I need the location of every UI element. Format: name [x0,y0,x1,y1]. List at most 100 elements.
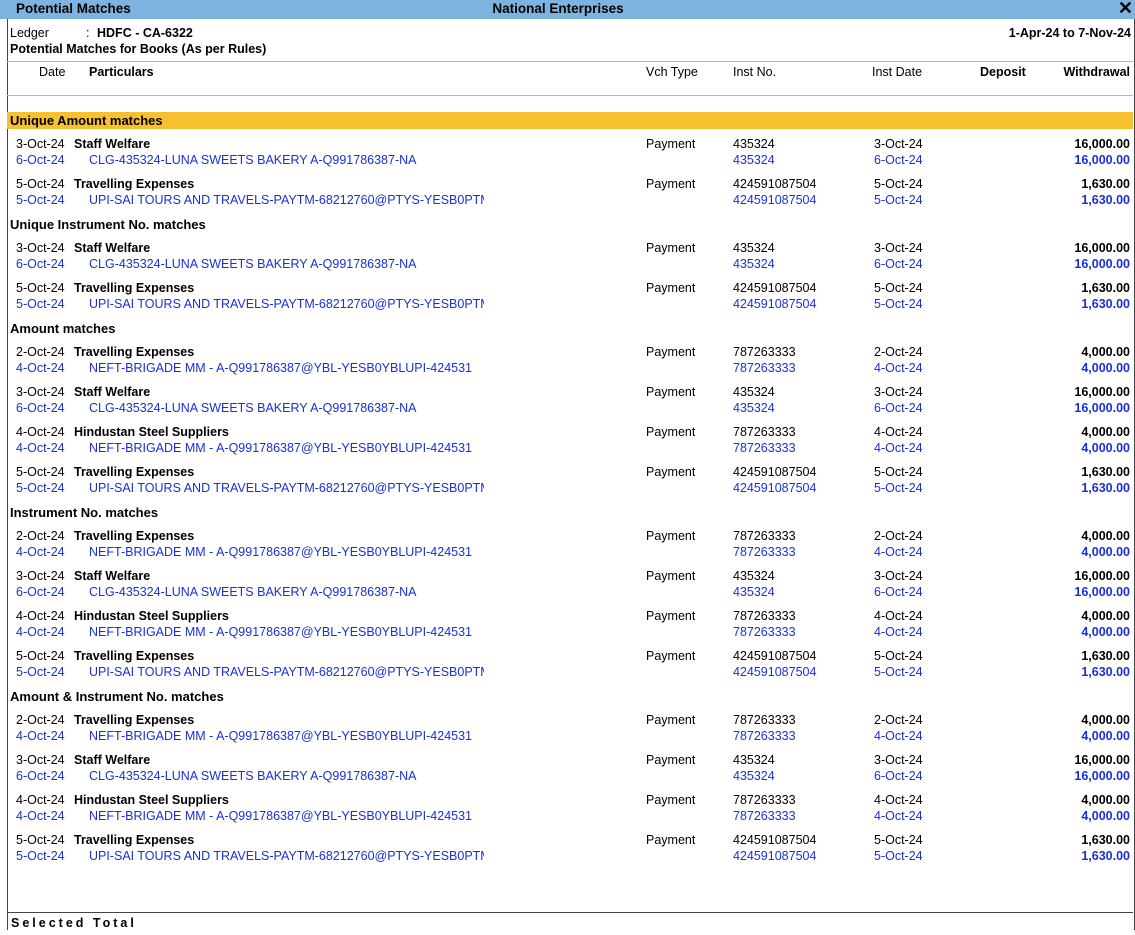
book-inst-date: 3-Oct-24 [874,753,923,767]
vch-type: Payment [646,241,696,255]
vch-type: Payment [646,177,696,191]
bank-inst-date: 4-Oct-24 [874,809,923,823]
bank-inst-date: 4-Oct-24 [874,625,923,639]
header-divider [7,61,1133,62]
bank-inst-date: 5-Oct-24 [874,849,923,863]
bank-inst-no: 424591087504 [733,665,817,679]
book-withdrawal: 4,000.00 [1081,713,1130,727]
book-ledger: Travelling Expenses [74,713,195,727]
vch-type: Payment [646,465,696,479]
vch-type: Payment [646,713,696,727]
book-date: 3-Oct-24 [16,241,65,255]
selected-total-bar: Selected Total [7,912,1133,931]
book-ledger: Hindustan Steel Suppliers [74,793,229,807]
bank-withdrawal: 1,630.00 [1081,297,1130,311]
book-ledger: Staff Welfare [74,137,151,151]
bank-narration: UPI-SAI TOURS AND TRAVELS-PAYTM-68212760… [89,665,484,679]
bank-inst-date: 6-Oct-24 [874,401,923,415]
bank-inst-date: 5-Oct-24 [874,665,923,679]
book-ledger: Travelling Expenses [74,465,195,479]
bank-date: 6-Oct-24 [16,585,65,599]
book-inst-date: 4-Oct-24 [874,793,923,807]
book-inst-no: 435324 [733,137,775,151]
book-inst-date: 2-Oct-24 [874,529,923,543]
book-date: 4-Oct-24 [16,793,65,807]
book-ledger: Staff Welfare [74,753,151,767]
bank-inst-no: 435324 [733,401,775,415]
book-date: 5-Oct-24 [16,177,65,191]
bank-date: 5-Oct-24 [16,481,65,495]
bank-inst-no: 435324 [733,153,775,167]
section-header: Instrument No. matches [7,504,1133,521]
bank-withdrawal: 1,630.00 [1081,849,1130,863]
bank-narration: NEFT-BRIGADE MM - A-Q991786387@YBL-YESB0… [89,729,472,743]
col-inst-date: Inst Date [872,65,923,79]
book-date: 3-Oct-24 [16,137,65,151]
book-inst-date: 2-Oct-24 [874,713,923,727]
bank-narration: UPI-SAI TOURS AND TRAVELS-PAYTM-68212760… [89,849,484,863]
book-withdrawal: 4,000.00 [1081,345,1130,359]
book-ledger: Hindustan Steel Suppliers [74,609,229,623]
book-inst-date: 3-Oct-24 [874,569,923,583]
book-withdrawal: 16,000.00 [1074,753,1130,767]
bank-narration: UPI-SAI TOURS AND TRAVELS-PAYTM-68212760… [89,297,484,311]
section-header: Amount & Instrument No. matches [7,688,1133,705]
bank-narration: CLG-435324-LUNA SWEETS BAKERY A-Q9917863… [89,585,417,599]
section-header: Unique Amount matches [7,112,1133,129]
ledger-name[interactable]: HDFC - CA-6322 [97,26,193,40]
book-inst-no: 435324 [733,753,775,767]
bank-narration: NEFT-BRIGADE MM - A-Q991786387@YBL-YESB0… [89,545,472,559]
company-name: National Enterprises [492,1,624,16]
col-deposit: Deposit [980,65,1026,79]
bank-withdrawal: 4,000.00 [1081,729,1130,743]
bank-inst-no: 787263333 [733,545,796,559]
bank-withdrawal: 16,000.00 [1074,257,1130,271]
bank-inst-no: 424591087504 [733,481,817,495]
bank-inst-no: 435324 [733,585,775,599]
bank-withdrawal: 16,000.00 [1074,153,1130,167]
bank-withdrawal: 4,000.00 [1081,809,1130,823]
bank-narration: CLG-435324-LUNA SWEETS BAKERY A-Q9917863… [89,769,417,783]
book-inst-no: 435324 [733,241,775,255]
book-inst-no: 424591087504 [733,833,817,847]
bank-date: 4-Oct-24 [16,361,65,375]
book-ledger: Travelling Expenses [74,177,195,191]
bank-withdrawal: 4,000.00 [1081,361,1130,375]
column-divider [7,95,1133,96]
book-ledger: Travelling Expenses [74,649,195,663]
col-inst-no: Inst No. [733,65,777,79]
selected-total-label: Selected Total [11,916,137,930]
bank-withdrawal: 1,630.00 [1081,481,1130,495]
book-withdrawal: 1,630.00 [1081,833,1130,847]
bank-date: 4-Oct-24 [16,729,65,743]
vch-type: Payment [646,753,696,767]
bank-date: 5-Oct-24 [16,193,65,207]
bank-narration: NEFT-BRIGADE MM - A-Q991786387@YBL-YESB0… [89,809,472,823]
bank-date: 5-Oct-24 [16,297,65,311]
book-ledger: Staff Welfare [74,241,151,255]
close-icon[interactable]: ✕ [1118,0,1133,19]
bank-narration: NEFT-BRIGADE MM - A-Q991786387@YBL-YESB0… [89,361,472,375]
bank-withdrawal: 16,000.00 [1074,585,1130,599]
bank-withdrawal: 16,000.00 [1074,401,1130,415]
section-title: Unique Amount matches [10,113,163,128]
bank-inst-date: 5-Oct-24 [874,481,923,495]
book-inst-no: 787263333 [733,609,796,623]
book-inst-no: 424591087504 [733,177,817,191]
bank-date: 6-Oct-24 [16,257,65,271]
bank-inst-date: 4-Oct-24 [874,545,923,559]
bank-withdrawal: 4,000.00 [1081,545,1130,559]
book-inst-no: 424591087504 [733,465,817,479]
book-inst-no: 424591087504 [733,281,817,295]
bank-inst-no: 424591087504 [733,297,817,311]
book-inst-date: 3-Oct-24 [874,385,923,399]
book-inst-no: 424591087504 [733,649,817,663]
report-period[interactable]: 1-Apr-24 to 7-Nov-24 [1009,26,1131,40]
bank-withdrawal: 1,630.00 [1081,193,1130,207]
bank-narration: UPI-SAI TOURS AND TRAVELS-PAYTM-68212760… [89,193,484,207]
bank-inst-date: 4-Oct-24 [874,361,923,375]
book-inst-date: 5-Oct-24 [874,281,923,295]
bank-inst-date: 4-Oct-24 [874,441,923,455]
bank-date: 6-Oct-24 [16,401,65,415]
bank-date: 6-Oct-24 [16,769,65,783]
